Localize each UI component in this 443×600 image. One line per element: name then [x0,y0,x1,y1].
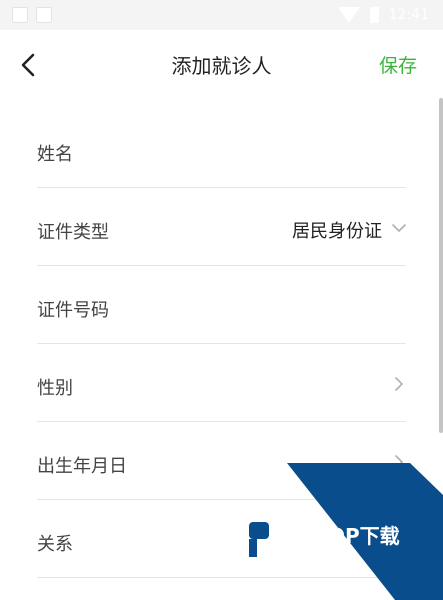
notification-app-icon [36,7,52,23]
birthdate-label: 出生年月日 [37,456,127,477]
page-title: 添加就诊人 [171,54,272,78]
birthdate-select[interactable]: 出生年月日 [37,422,406,500]
wifi-icon [337,7,360,23]
status-bar: 12:41 [0,0,443,30]
id-type-label: 证件类型 [37,222,109,243]
relation-label: 关系 [37,534,73,555]
name-field[interactable]: 姓名 [37,110,406,188]
status-time: 12:41 [388,7,429,23]
battery-icon [369,7,379,23]
relation-select[interactable]: 关系 [37,500,406,578]
patient-form: 姓名 证件类型 居民身份证 证件号码 性别 出生年月日 关系 [37,110,406,578]
id-type-select[interactable]: 证件类型 居民身份证 [37,188,406,266]
scrollbar[interactable] [439,98,443,433]
gender-select[interactable]: 性别 [37,344,406,422]
name-label: 姓名 [37,144,73,165]
chevron-right-icon [395,377,403,391]
save-button[interactable]: 保存 [379,51,417,78]
id-number-label: 证件号码 [37,300,109,321]
chevron-right-icon [395,455,403,469]
notification-image-icon [12,7,28,23]
header: 添加就诊人 保存 [0,30,443,100]
id-number-field[interactable]: 证件号码 [37,266,406,344]
id-type-value: 居民身份证 [292,221,382,242]
chevron-down-icon [392,224,406,232]
gender-label: 性别 [37,378,73,399]
